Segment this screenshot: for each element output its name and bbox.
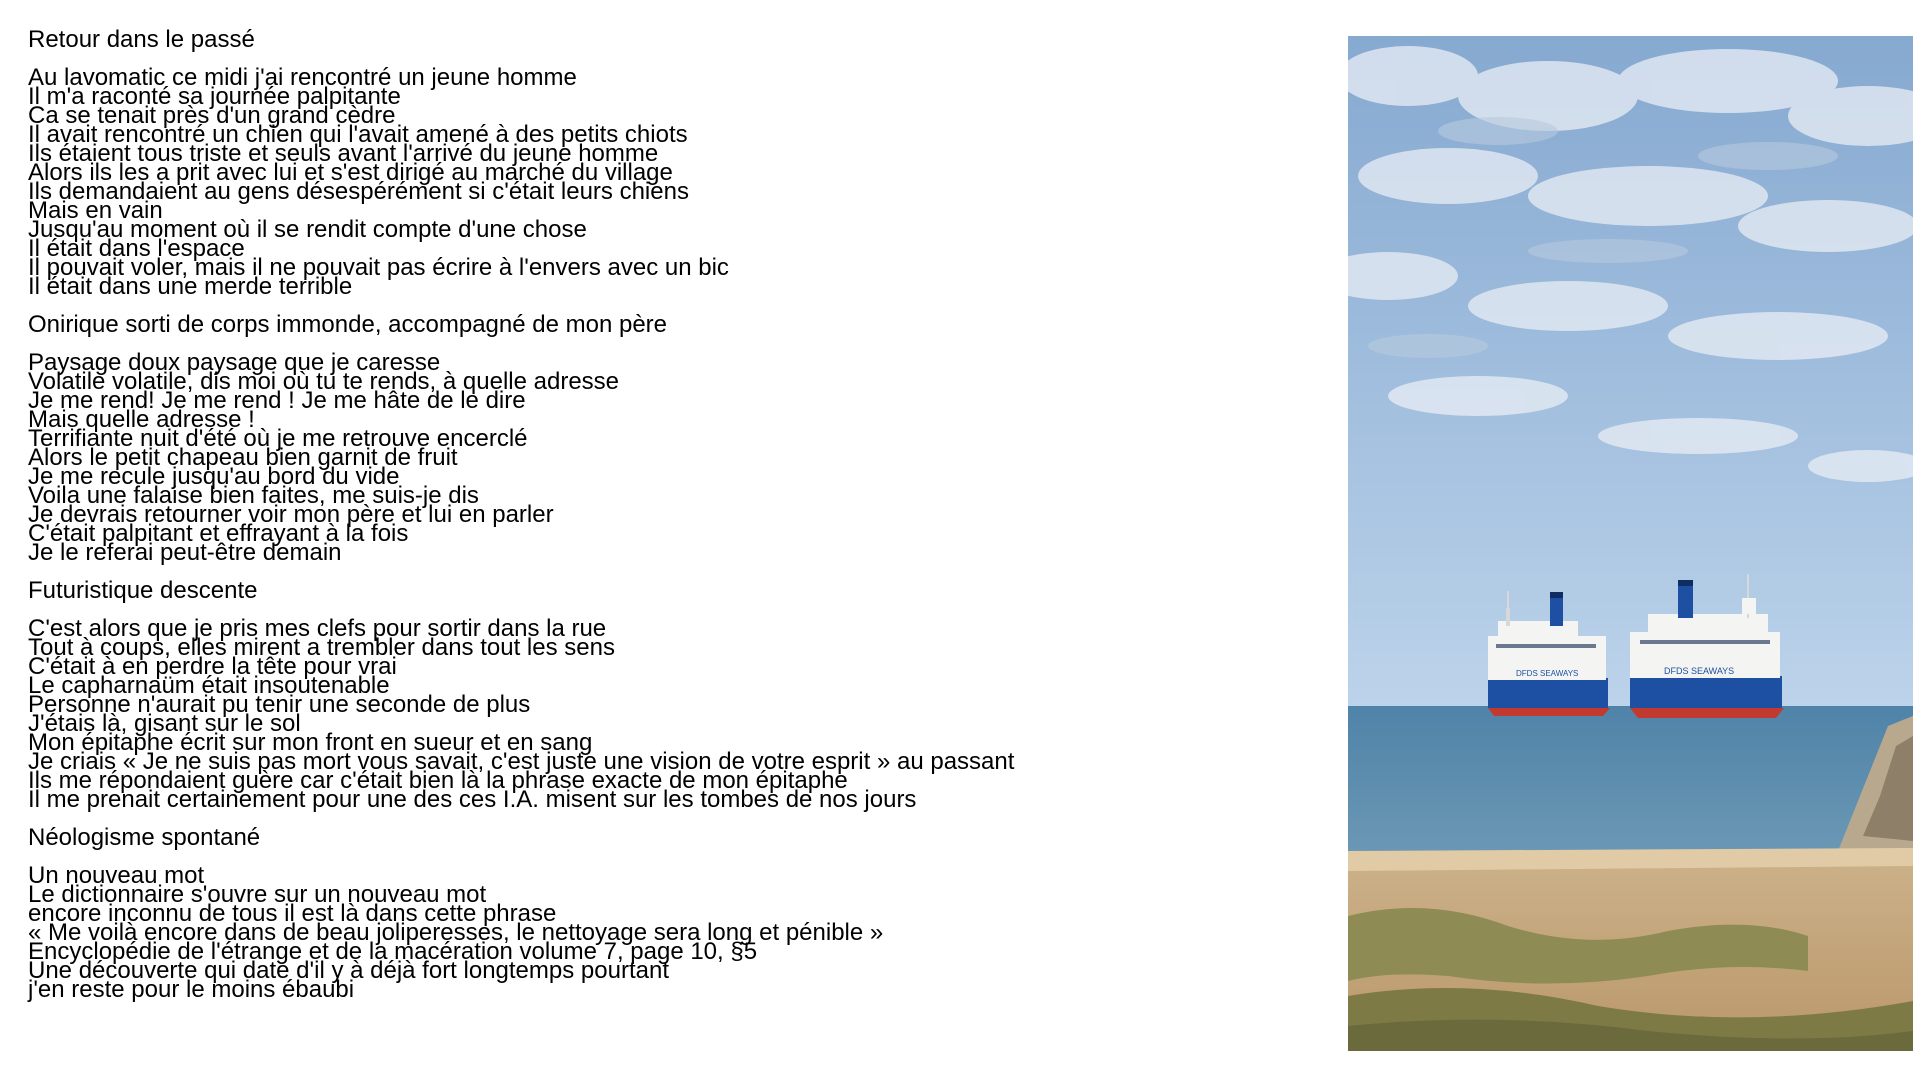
section-lines: Un nouveau mot Le dictionnaire s'ouvre su… [28,864,1318,1003]
svg-text:DFDS SEAWAYS: DFDS SEAWAYS [1664,666,1734,676]
poem-line: Ils demandaient au gens désespérément si… [28,178,689,205]
section-title: Onirique sorti de corps immonde, accompa… [28,311,667,338]
section-title: Retour dans le passé [28,26,255,53]
section-lines: Au lavomatic ce midi j'ai rencontré un j… [28,66,1318,299]
poem-line: Il me prenait certainement pour une des … [28,786,917,813]
poem-line: j'en reste pour le moins ébaubi [28,976,355,1003]
section-title: Néologisme spontané [28,824,261,851]
poem-section: Retour dans le passé Au lavomatic ce midi… [28,26,1318,299]
page: Retour dans le passé Au lavomatic ce midi… [0,0,1920,1080]
seascape-illustration: DFDS SEAWAYS DFDS SEAWAYS [1348,36,1913,1051]
section-lines: C'est alors que je pris mes clefs pour s… [28,617,1318,813]
section-lines: Paysage doux paysage que je caresse Volat… [28,351,1318,566]
poem-section: Futuristique descente C'est alors que je … [28,577,1318,813]
seascape-photo: DFDS SEAWAYS DFDS SEAWAYS [1348,36,1913,1051]
svg-text:DFDS SEAWAYS: DFDS SEAWAYS [1516,669,1578,678]
section-title: Futuristique descente [28,577,258,604]
poem-section: Néologisme spontané Un nouveau mot Le dict… [28,824,1318,1003]
sea [1348,706,1913,856]
poem-line: Je le referai peut-être demain [28,539,342,566]
poem-section: Onirique sorti de corps immonde, accompa… [28,311,1318,566]
poem-text-column: Retour dans le passé Au lavomatic ce midi… [28,26,1318,1003]
